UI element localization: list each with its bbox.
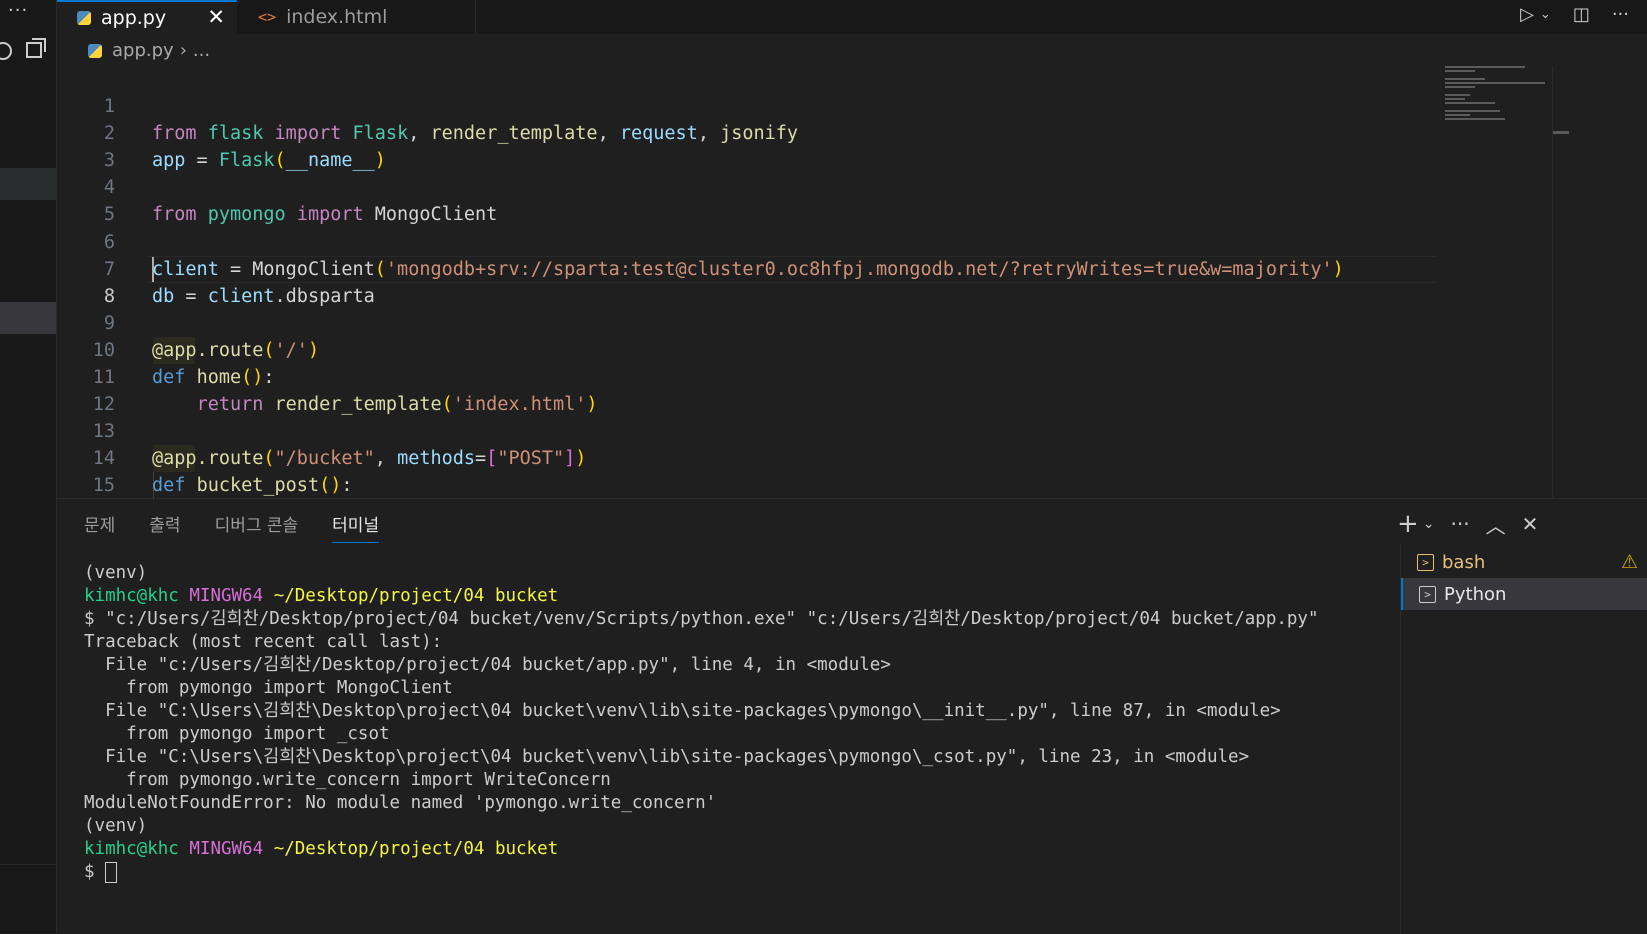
breadcrumb: app.py › ... <box>88 40 210 61</box>
terminal-item-label: bash <box>1442 551 1486 573</box>
venv-label: (venv) <box>84 563 148 583</box>
warning-icon: ⚠ <box>1620 551 1638 573</box>
terminal-line: ModuleNotFoundError: No module named 'py… <box>84 793 717 813</box>
tab-app-py[interactable]: app.py ✕ <box>57 0 237 34</box>
venv-label: (venv) <box>84 816 148 836</box>
minimap[interactable] <box>1445 66 1550 126</box>
code-line: 13 @app.route("/bucket", methods=["POST"… <box>57 391 1447 469</box>
code-line: 15 bucket_receive = request.form['bucket… <box>57 445 1447 523</box>
terminal-line: Traceback (most recent call last): <box>84 632 443 652</box>
prompt-user: kimhc@khc <box>84 586 179 606</box>
code-line: 16 <box>57 472 1447 523</box>
prompt-path: ~/Desktop/project/04 bucket <box>273 839 559 859</box>
python-file-icon <box>88 43 102 58</box>
prompt-system: MINGW64 <box>189 839 264 859</box>
terminal-command: "c:/Users/김희찬/Desktop/project/04 bucket/… <box>105 609 1319 629</box>
divider <box>0 864 56 865</box>
breadcrumb-rest[interactable]: ... <box>193 40 210 61</box>
maximize-panel-icon[interactable]: ︿ <box>1486 510 1506 539</box>
chevron-down-icon[interactable]: ⌄ <box>1423 516 1435 532</box>
code-line: 14 def bucket_post(): <box>57 418 1447 496</box>
panel-tabs: 문제 출력 디버그 콘솔 터미널 <box>84 511 380 543</box>
tab-debug-console[interactable]: 디버그 콘솔 <box>215 511 299 543</box>
panel-actions: + ⌄ ··· ︿ ✕ <box>1397 509 1538 539</box>
terminal-item-python[interactable]: > Python <box>1401 578 1647 610</box>
tab-terminal[interactable]: 터미널 <box>332 511 380 543</box>
code-editor[interactable]: 1 from flask import Flask, render_templa… <box>57 66 1647 523</box>
run-icon[interactable]: ▷ <box>1520 4 1534 25</box>
editor-scrollbar[interactable] <box>1552 66 1569 498</box>
collapse-all-icon[interactable] <box>26 38 46 58</box>
code-line: 9 @app.route('/') <box>57 283 1447 361</box>
code-line: 3 <box>57 120 1447 171</box>
code-line: 4 from pymongo import MongoClient <box>57 147 1447 225</box>
code-line-active: 8 <box>57 256 1447 307</box>
tab-label: app.py <box>101 7 167 29</box>
terminal-item-label: Python <box>1444 583 1507 605</box>
prompt-symbol: $ <box>84 609 95 629</box>
terminal-line: from pymongo import _csot <box>84 724 390 744</box>
add-terminal-icon[interactable]: + <box>1397 509 1419 539</box>
terminal-icon: > <box>1417 553 1434 571</box>
terminal-line: from pymongo.write_concern import WriteC… <box>84 770 611 790</box>
code-line: 10 def home(): <box>57 310 1447 388</box>
breadcrumb-file[interactable]: app.py <box>112 40 174 61</box>
tab-output[interactable]: 출력 <box>149 511 180 543</box>
code-line: 11 return render_template('index.html') <box>57 337 1447 415</box>
code-line: 12 <box>57 364 1447 415</box>
terminal-item-bash[interactable]: > bash ⚠ <box>1401 546 1647 578</box>
terminal-output[interactable]: (venv) kimhc@khc MINGW64 ~/Desktop/proje… <box>84 562 1394 884</box>
terminal-icon: > <box>1419 585 1436 603</box>
close-icon[interactable]: ✕ <box>1522 512 1539 536</box>
terminal-list: > bash ⚠ > Python <box>1400 544 1647 934</box>
editor-tab-bar: app.py ✕ <> index.html ▷ ⌄ ◫ ··· <box>57 0 1647 34</box>
prompt-symbol: $ <box>84 862 95 882</box>
breadcrumb-separator: › <box>179 40 187 61</box>
more-actions-icon[interactable]: ··· <box>8 0 28 21</box>
terminal-line: File "C:\Users\김희찬\Desktop\project\04 bu… <box>84 701 1281 721</box>
prompt-path: ~/Desktop/project/04 bucket <box>273 586 559 606</box>
terminal-cursor <box>105 861 118 883</box>
terminal-line: File "C:\Users\김희찬\Desktop\project\04 bu… <box>84 747 1250 767</box>
code-line: 5 <box>57 174 1447 225</box>
scrollbar-thumb[interactable] <box>1553 131 1569 134</box>
terminal-line: from pymongo import MongoClient <box>84 678 453 698</box>
editor-actions: ▷ ⌄ ◫ ··· <box>1520 0 1629 28</box>
split-editor-icon[interactable]: ◫ <box>1573 4 1590 25</box>
bottom-panel: 문제 출력 디버그 콘솔 터미널 + ⌄ ··· ︿ ✕ (venv) kimh… <box>57 498 1647 934</box>
prompt-system: MINGW64 <box>189 586 264 606</box>
sidebar-item-hover[interactable] <box>0 168 56 200</box>
sidebar-item-selected[interactable] <box>0 302 56 334</box>
side-bar: ··· <box>0 0 57 933</box>
code-line: 6 client = MongoClient('mongodb+srv://sp… <box>57 202 1447 280</box>
more-actions-icon[interactable]: ··· <box>1612 4 1629 25</box>
terminal-line: File "c:/Users/김희찬/Desktop/project/04 bu… <box>84 655 891 675</box>
close-icon[interactable]: ✕ <box>207 5 225 29</box>
code-line: 2 app = Flask(__name__) <box>57 93 1447 171</box>
more-actions-icon[interactable]: ··· <box>1451 512 1470 536</box>
python-file-icon <box>77 11 91 25</box>
code-line: 1 from flask import Flask, render_templa… <box>57 66 1447 144</box>
tab-label: index.html <box>286 6 388 28</box>
code-line: 7 db = client.dbsparta <box>57 229 1447 307</box>
tab-problems[interactable]: 문제 <box>84 511 115 543</box>
chevron-down-icon[interactable]: ⌄ <box>1540 7 1551 22</box>
prompt-user: kimhc@khc <box>84 839 179 859</box>
refresh-icon[interactable] <box>0 42 12 60</box>
tab-index-html[interactable]: <> index.html <box>238 0 476 34</box>
html-file-icon: <> <box>258 8 277 26</box>
